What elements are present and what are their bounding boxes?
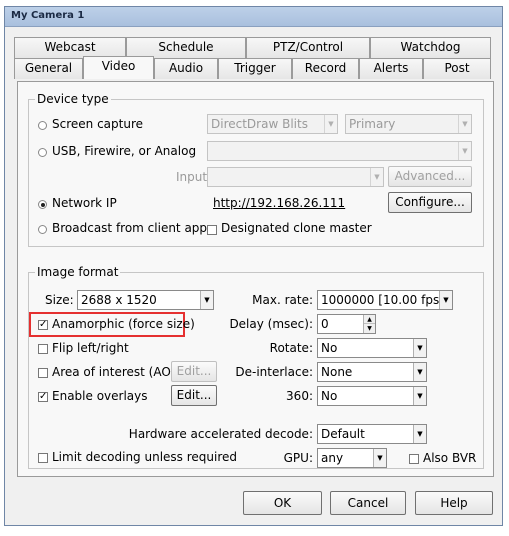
aoi-checkbox[interactable]	[38, 368, 48, 378]
device-type-title: Device type	[35, 92, 111, 106]
network-ip-label: Network IP	[52, 196, 117, 210]
usb-device-select[interactable]: ▼	[207, 141, 472, 161]
max-rate-label: Max. rate:	[252, 293, 313, 307]
input-select[interactable]: ▼	[207, 167, 384, 187]
deg360-label: 360:	[286, 389, 313, 403]
broadcast-label: Broadcast from client app	[52, 221, 208, 235]
limit-decoding-label: Limit decoding unless required	[52, 450, 238, 464]
tab-watchdog[interactable]: Watchdog	[370, 37, 491, 58]
camera-settings-window: My Camera 1 Webcast Schedule PTZ/Control…	[4, 6, 503, 526]
chevron-down-icon: ▼	[439, 291, 452, 309]
deinterlace-label: De-interlace:	[235, 365, 313, 379]
tab-audio[interactable]: Audio	[154, 58, 218, 79]
chevron-down-icon: ▼	[413, 339, 426, 357]
delay-label: Delay (msec):	[229, 317, 313, 331]
tab-video[interactable]: Video	[83, 56, 154, 79]
delay-stepper[interactable]: 0 ▲ ▼	[317, 314, 376, 334]
tab-record[interactable]: Record	[292, 58, 359, 79]
hw-decode-label: Hardware accelerated decode:	[128, 427, 313, 441]
deinterlace-select[interactable]: None ▼	[317, 362, 427, 382]
broadcast-radio[interactable]	[38, 225, 47, 234]
designated-clone-label: Designated clone master	[221, 221, 372, 235]
gpu-select[interactable]: any ▼	[317, 448, 387, 468]
tab-webcast[interactable]: Webcast	[14, 37, 126, 58]
usb-label: USB, Firewire, or Analog	[52, 144, 197, 158]
spin-up-icon[interactable]: ▲	[364, 315, 375, 324]
window-title: My Camera 1	[11, 10, 85, 21]
size-select[interactable]: 2688 x 1520 ▼	[77, 290, 214, 310]
rotate-label: Rotate:	[269, 341, 313, 355]
deg360-select[interactable]: No ▼	[317, 386, 427, 406]
chevron-down-icon: ▼	[413, 387, 426, 405]
tab-trigger[interactable]: Trigger	[218, 58, 292, 79]
tab-schedule[interactable]: Schedule	[126, 37, 246, 58]
screen-capture-label: Screen capture	[52, 117, 144, 131]
usb-radio[interactable]	[38, 148, 47, 157]
tab-post[interactable]: Post	[423, 58, 491, 79]
configure-button[interactable]: Configure...	[388, 192, 472, 213]
input-label: Input	[176, 170, 208, 184]
network-ip-radio[interactable]	[38, 200, 47, 209]
also-bvr-checkbox[interactable]	[409, 454, 419, 464]
spin-down-icon[interactable]: ▼	[364, 324, 375, 333]
help-button[interactable]: Help	[415, 491, 493, 515]
chevron-down-icon: ▼	[370, 168, 383, 186]
device-type-group: Device type Screen capture DirectDraw Bl…	[28, 92, 484, 247]
chevron-down-icon: ▼	[200, 291, 213, 309]
gpu-label: GPU:	[283, 451, 313, 465]
tab-ptz-control[interactable]: PTZ/Control	[246, 37, 370, 58]
flip-checkbox[interactable]	[38, 344, 48, 354]
designated-clone-checkbox[interactable]	[207, 225, 217, 235]
network-ip-link[interactable]: http://192.168.26.111	[213, 196, 345, 210]
max-rate-select[interactable]: 1000000 [10.00 fps] ▼	[317, 290, 453, 310]
delay-spin-buttons[interactable]: ▲ ▼	[363, 315, 375, 333]
anamorphic-checkbox[interactable]: ✓	[38, 320, 48, 330]
image-format-group: Image format Size: 2688 x 1520 ▼ Max. ra…	[28, 265, 484, 469]
chevron-down-icon: ▼	[413, 425, 426, 443]
cancel-button[interactable]: Cancel	[330, 491, 406, 515]
chevron-down-icon: ▼	[458, 142, 471, 160]
limit-decoding-checkbox[interactable]	[38, 453, 48, 463]
tab-alerts[interactable]: Alerts	[359, 58, 423, 79]
screen-capture-radio[interactable]	[38, 121, 47, 130]
also-bvr-label: Also BVR	[423, 451, 477, 465]
screen-capture-monitor-select[interactable]: Primary ▼	[345, 114, 472, 134]
anamorphic-label: Anamorphic (force size)	[52, 317, 195, 331]
chevron-down-icon: ▼	[413, 363, 426, 381]
advanced-button[interactable]: Advanced...	[388, 166, 472, 187]
tab-general[interactable]: General	[14, 58, 83, 79]
overlays-edit-button[interactable]: Edit...	[171, 385, 217, 406]
chevron-down-icon: ▼	[458, 115, 471, 133]
screen-capture-mode-select[interactable]: DirectDraw Blits ▼	[207, 114, 338, 134]
aoi-edit-button[interactable]: Edit...	[171, 361, 217, 382]
overlays-checkbox[interactable]: ✓	[38, 392, 48, 402]
size-label: Size:	[45, 293, 74, 307]
ok-button[interactable]: OK	[243, 491, 322, 515]
image-format-title: Image format	[35, 265, 121, 279]
video-tab-panel: Device type Screen capture DirectDraw Bl…	[17, 81, 494, 477]
chevron-down-icon: ▼	[324, 115, 337, 133]
hw-decode-select[interactable]: Default ▼	[317, 424, 427, 444]
aoi-label: Area of interest (AOI)	[52, 365, 180, 379]
rotate-select[interactable]: No ▼	[317, 338, 427, 358]
flip-label: Flip left/right	[52, 341, 129, 355]
title-bar[interactable]: My Camera 1	[5, 7, 502, 27]
overlays-label: Enable overlays	[52, 389, 148, 403]
chevron-down-icon: ▼	[373, 449, 386, 467]
